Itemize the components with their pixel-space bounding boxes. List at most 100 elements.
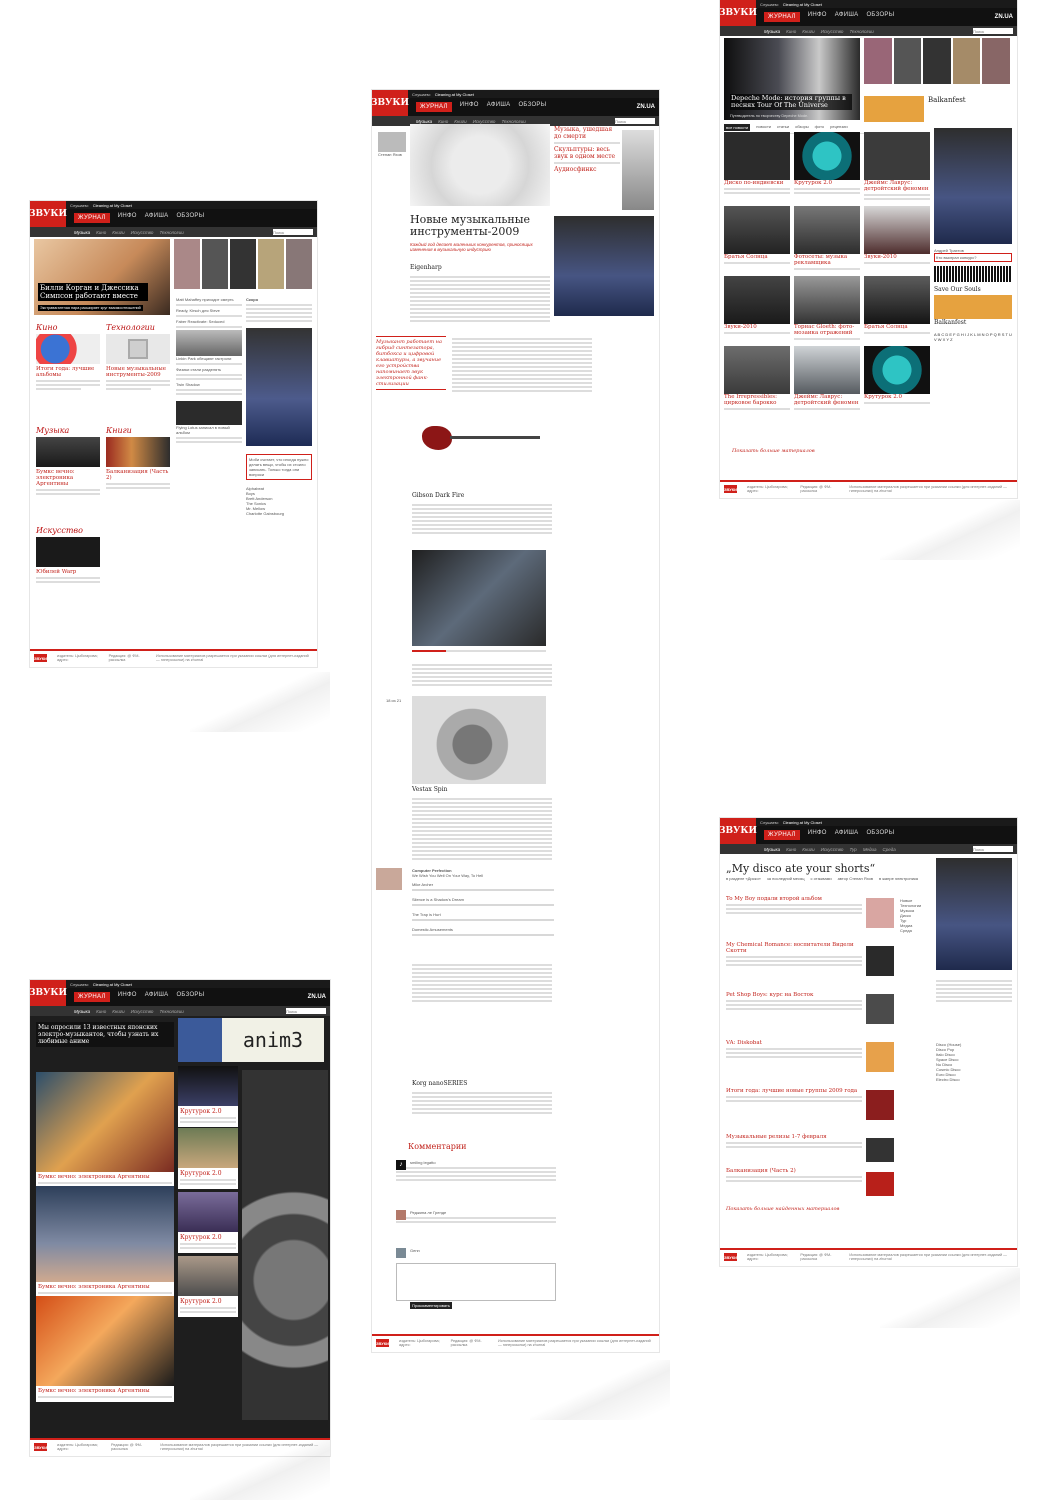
- author-name[interactable]: Степан Яхов: [378, 152, 406, 157]
- subnav-kino[interactable]: Кино: [786, 29, 796, 34]
- turntable-image[interactable]: [412, 696, 546, 784]
- news-item[interactable]: Faber Reactivate: Seduced: [176, 319, 242, 324]
- grid-card[interactable]: Джеймс Лаврус: детройтский феномен: [794, 346, 860, 412]
- art-image[interactable]: [36, 537, 100, 567]
- thumb[interactable]: [230, 239, 256, 289]
- grid-card[interactable]: Братья Солнца: [864, 276, 930, 342]
- result-item[interactable]: VA: Diskobat: [726, 1040, 862, 1088]
- grid-card[interactable]: The Irrepressibles: цирковое барокко: [724, 346, 790, 412]
- footer-editor[interactable]: Редакция: @ ФМ-рассылка: [111, 1443, 150, 1453]
- subnav-kino[interactable]: Кино: [96, 1009, 106, 1014]
- subnav-art[interactable]: Искусство: [131, 1009, 154, 1014]
- zn-logo[interactable]: ZN.UA: [308, 994, 326, 1000]
- site-logo[interactable]: ЗВУКИ: [30, 201, 67, 227]
- subnav-tech[interactable]: Технологии: [159, 230, 183, 235]
- track-item[interactable]: Silence is a Shadow's Dream: [412, 897, 554, 902]
- commenter-name[interactable]: Genn: [410, 1248, 556, 1253]
- aside-poster[interactable]: [934, 128, 1012, 244]
- news-image[interactable]: [176, 330, 242, 356]
- tech-headline[interactable]: Новые музыкальные инструменты-2009: [106, 366, 170, 378]
- nav-info[interactable]: ИНФО: [808, 12, 827, 22]
- gallery-progress[interactable]: [412, 650, 546, 652]
- footer-logo[interactable]: ЗВУКИ: [376, 1339, 390, 1347]
- music-image[interactable]: [36, 437, 100, 467]
- submit-comment-button[interactable]: Прокомментировать: [410, 1302, 452, 1309]
- result-thumb[interactable]: [866, 1090, 894, 1120]
- track-item[interactable]: The Trap is Hurt: [412, 912, 554, 917]
- hero[interactable]: Билли Корган и Джессика Симпсон работают…: [34, 239, 170, 315]
- guitar-image[interactable]: [412, 412, 552, 462]
- related-item[interactable]: Музыка, ушедшая до смерти: [554, 126, 620, 140]
- news-item[interactable]: Linkin Park обещают гастроли: [176, 356, 242, 361]
- now-playing-track[interactable]: Cleaning at My Closet: [435, 92, 474, 97]
- kino-headline[interactable]: Итоги года: лучшие альбомы: [36, 366, 100, 378]
- genre-item[interactable]: Electro Disco: [936, 1077, 1012, 1082]
- side-tile[interactable]: [178, 1066, 238, 1106]
- site-logo[interactable]: ЗВУКИ: [720, 818, 757, 844]
- nav-afisha[interactable]: АФИША: [835, 12, 859, 22]
- subnav-tech[interactable]: Технологии: [849, 29, 873, 34]
- nav-reviews[interactable]: ОБЗОРЫ: [176, 213, 204, 223]
- result-thumb[interactable]: [866, 994, 894, 1024]
- tile-title[interactable]: Бумкс вечно: электроника Аргентины: [38, 1174, 172, 1180]
- nav-info[interactable]: ИНФО: [808, 830, 827, 840]
- subnav-books[interactable]: Книги: [112, 230, 124, 235]
- subnav-tour[interactable]: Тур: [849, 847, 856, 852]
- moby-quote[interactable]: Моби считает, что иногда нужно делать ве…: [246, 454, 312, 480]
- article-image[interactable]: [410, 124, 550, 206]
- news-item[interactable]: Twin Shadow: [176, 382, 242, 387]
- side-tile[interactable]: [178, 1192, 238, 1232]
- subnav-tech[interactable]: Технологии: [501, 119, 525, 124]
- anime-tile[interactable]: [36, 1072, 174, 1172]
- subnav-books[interactable]: Книги: [802, 847, 814, 852]
- result-thumb[interactable]: [866, 946, 894, 976]
- grid-card[interactable]: Тоpнас Gloeth: фото-мозаика отражений: [794, 276, 860, 342]
- footer-editor[interactable]: Редакция: @ ФМ-рассылка: [109, 654, 146, 664]
- search-input[interactable]: [273, 229, 313, 235]
- now-playing-track[interactable]: Cleaning at My Closet: [93, 203, 132, 208]
- result-thumb[interactable]: [866, 1172, 894, 1196]
- footer-editor[interactable]: Редакция: @ ФМ-рассылка: [451, 1339, 488, 1349]
- poster[interactable]: [246, 328, 312, 446]
- subnav-kino[interactable]: Кино: [96, 230, 106, 235]
- result-thumb[interactable]: [866, 1138, 894, 1162]
- books-image[interactable]: [106, 437, 170, 467]
- footer-logo[interactable]: ЗВУКИ: [724, 485, 738, 493]
- tech-image[interactable]: [106, 334, 170, 364]
- zn-logo[interactable]: ZN.UA: [995, 14, 1013, 20]
- side-tile-title[interactable]: Крутурок 2.0: [180, 1108, 236, 1115]
- side-image[interactable]: [622, 130, 654, 210]
- commenter-name[interactable]: Реджина ле Гренде: [410, 1210, 556, 1215]
- subnav-music[interactable]: Музыка: [416, 119, 432, 124]
- search-input[interactable]: [615, 118, 655, 124]
- nav-afisha[interactable]: АФИША: [487, 102, 511, 112]
- thumb[interactable]: [174, 239, 200, 289]
- gallery-pager[interactable]: 18 из 21: [386, 698, 401, 703]
- aside-item[interactable]: Save Our Souls: [934, 286, 1012, 293]
- footer-editor[interactable]: Редакция: @ ФМ-рассылка: [800, 485, 839, 495]
- search-input[interactable]: [286, 1008, 326, 1014]
- nav-journal[interactable]: ЖУРНАЛ: [764, 12, 800, 22]
- subnav-art[interactable]: Искусство: [131, 230, 154, 235]
- nav-journal[interactable]: ЖУРНАЛ: [74, 213, 110, 223]
- subnav-art[interactable]: Искусство: [473, 119, 496, 124]
- site-logo[interactable]: ЗВУКИ: [372, 90, 409, 116]
- anime-tile[interactable]: [36, 1296, 174, 1386]
- side-tile-title[interactable]: Крутурок 2.0: [180, 1298, 236, 1305]
- subnav-books[interactable]: Книги: [802, 29, 814, 34]
- aside-item[interactable]: Balkanfest: [934, 319, 1012, 326]
- show-more-link[interactable]: Показать больше материалов: [732, 448, 815, 454]
- hero-title[interactable]: Билли Корган и Джессика Симпсон работают…: [38, 283, 148, 301]
- tab-photo[interactable]: фото: [815, 124, 824, 131]
- footer-editor[interactable]: Редакция: @ ФМ-рассылка: [800, 1253, 839, 1263]
- meta-item[interactable]: автор Степан Яхов: [838, 876, 873, 881]
- banner[interactable]: anim3: [178, 1018, 324, 1062]
- grid-card[interactable]: Звуки-2010: [724, 276, 790, 342]
- aside-item[interactable]: Кто выиграл конкурс?: [934, 253, 1012, 262]
- tile-title[interactable]: Бумкс вечно: электроника Аргентины: [38, 1284, 172, 1290]
- nav-info[interactable]: ИНФО: [118, 992, 137, 1002]
- anime-tile[interactable]: [36, 1186, 174, 1282]
- meta-item[interactable]: в разделе «Диско»: [726, 876, 761, 881]
- hero[interactable]: Depeche Mode: история группы в песнях To…: [724, 38, 860, 120]
- grid-card[interactable]: Крутурок 2.0: [864, 346, 930, 412]
